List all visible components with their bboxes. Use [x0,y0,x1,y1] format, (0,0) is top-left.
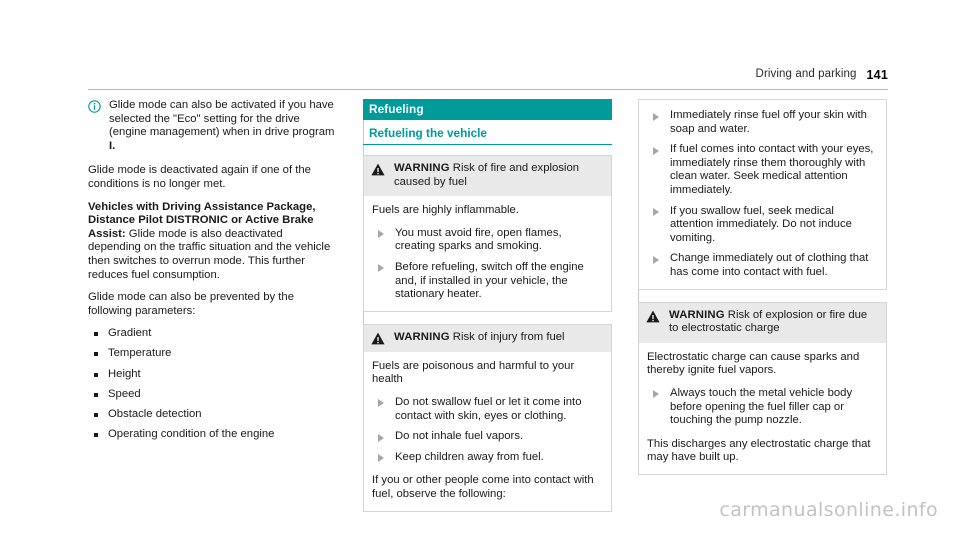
warning-body: Fuels are highly inflammable. You must a… [364,196,611,311]
warning-outro: This discharges any electrostatic charge… [647,437,871,464]
list-item: Change immediately out of clothing that … [647,252,877,279]
warning-header: WARNING Risk of explosion or fire due to… [639,302,886,343]
warning-label: WARNING [669,308,725,321]
warning-headline: WARNING Risk of fire and explosion cause… [394,162,603,189]
warning-headline-text: Risk of injury from fuel [449,330,565,343]
right-column: Immediately rinse fuel off your skin wit… [638,99,887,524]
header-section-title: Driving and parking [755,68,857,80]
list-item: Keep children away from fuel. [372,451,602,465]
warning-action-list: Always touch the metal vehicle body befo… [647,387,877,428]
list-item: Height [88,368,337,382]
list-item: If fuel comes into contact with your eye… [647,143,877,197]
middle-column: Refueling Refueling the vehicle WARNING … [363,99,612,524]
list-item: Obstacle detection [88,408,337,422]
list-item: Before refueling, switch off the engine … [372,261,602,302]
list-item: Immediately rinse fuel off your skin wit… [647,109,877,136]
list-item: Do not inhale fuel vapors. [372,430,602,444]
left-paragraph-1: Glide mode is deactivated again if one o… [88,164,311,190]
info-note-body: Glide mode can also be activated if you … [109,99,335,139]
info-note-drive-program: I. [109,139,116,152]
watermark: carmanualsonline.info [719,499,938,521]
subsection-title-refueling-the-vehicle: Refueling the vehicle [363,120,612,145]
warning-body: Electrostatic charge can cause sparks an… [639,343,886,474]
warning-header: WARNING Risk of fire and explosion cause… [364,156,611,197]
warning-intro: Electrostatic charge can cause sparks an… [647,350,860,377]
list-item: If you swallow fuel, seek medical attent… [647,205,877,246]
warning-box-injury-continued: Immediately rinse fuel off your skin wit… [638,99,887,290]
manual-page: Driving and parking 141 Glide mode can a… [0,0,960,533]
warning-triangle-icon [371,331,387,345]
column-gap-1 [337,99,363,524]
list-item: Gradient [88,327,337,341]
list-item: Temperature [88,347,337,361]
page-header: Driving and parking 141 [88,68,888,90]
three-column-layout: Glide mode can also be activated if you … [88,99,890,524]
warning-action-list-continued: Immediately rinse fuel off your skin wit… [647,109,877,280]
warning-outro: If you or other people come into contact… [372,474,594,500]
list-item: Always touch the metal vehicle body befo… [647,387,877,428]
section-title-refueling: Refueling [363,99,612,120]
warning-body-continued: Immediately rinse fuel off your skin wit… [639,100,886,289]
warning-action-list: Do not swallow fuel or let it come into … [372,396,602,464]
warning-action-list: You must avoid fire, open flames, creati… [372,227,602,302]
warning-box-electrostatic-charge: WARNING Risk of explosion or fire due to… [638,301,887,475]
warning-box-fire-explosion: WARNING Risk of fire and explosion cause… [363,155,612,312]
warning-label: WARNING [394,162,450,174]
left-column: Glide mode can also be activated if you … [88,99,337,524]
info-circle-icon [88,99,104,153]
column-gap-2 [612,99,638,524]
warning-body: Fuels are poisonous and harmful to your … [364,352,611,511]
list-item: Do not swallow fuel or let it come into … [372,396,602,423]
info-note: Glide mode can also be activated if you … [88,99,337,153]
warning-triangle-icon [646,309,662,323]
left-paragraph-2: Vehicles with Driving Assistance Package… [88,201,337,283]
glide-prevention-parameter-list: Gradient Temperature Height Speed Obstac… [88,327,337,441]
list-item: Operating condition of the engine [88,428,337,442]
warning-label: WARNING [394,330,450,343]
info-note-text: Glide mode can also be activated if you … [109,99,337,153]
list-item: Speed [88,388,337,402]
warning-headline: WARNING Risk of explosion or fire due to… [669,309,878,336]
page-number: 141 [866,68,888,82]
warning-triangle-icon [371,162,387,176]
left-paragraph-3: Glide mode can also be prevented by the … [88,291,294,317]
list-item: You must avoid fire, open flames, creati… [372,227,602,254]
warning-intro: Fuels are highly inflammable. [372,204,519,217]
warning-header: WARNING Risk of injury from fuel [364,324,611,352]
warning-headline: WARNING Risk of injury from fuel [394,331,565,345]
warning-intro: Fuels are poisonous and harmful to your … [372,359,575,386]
warning-box-injury-from-fuel: WARNING Risk of injury from fuel Fuels a… [363,323,612,512]
